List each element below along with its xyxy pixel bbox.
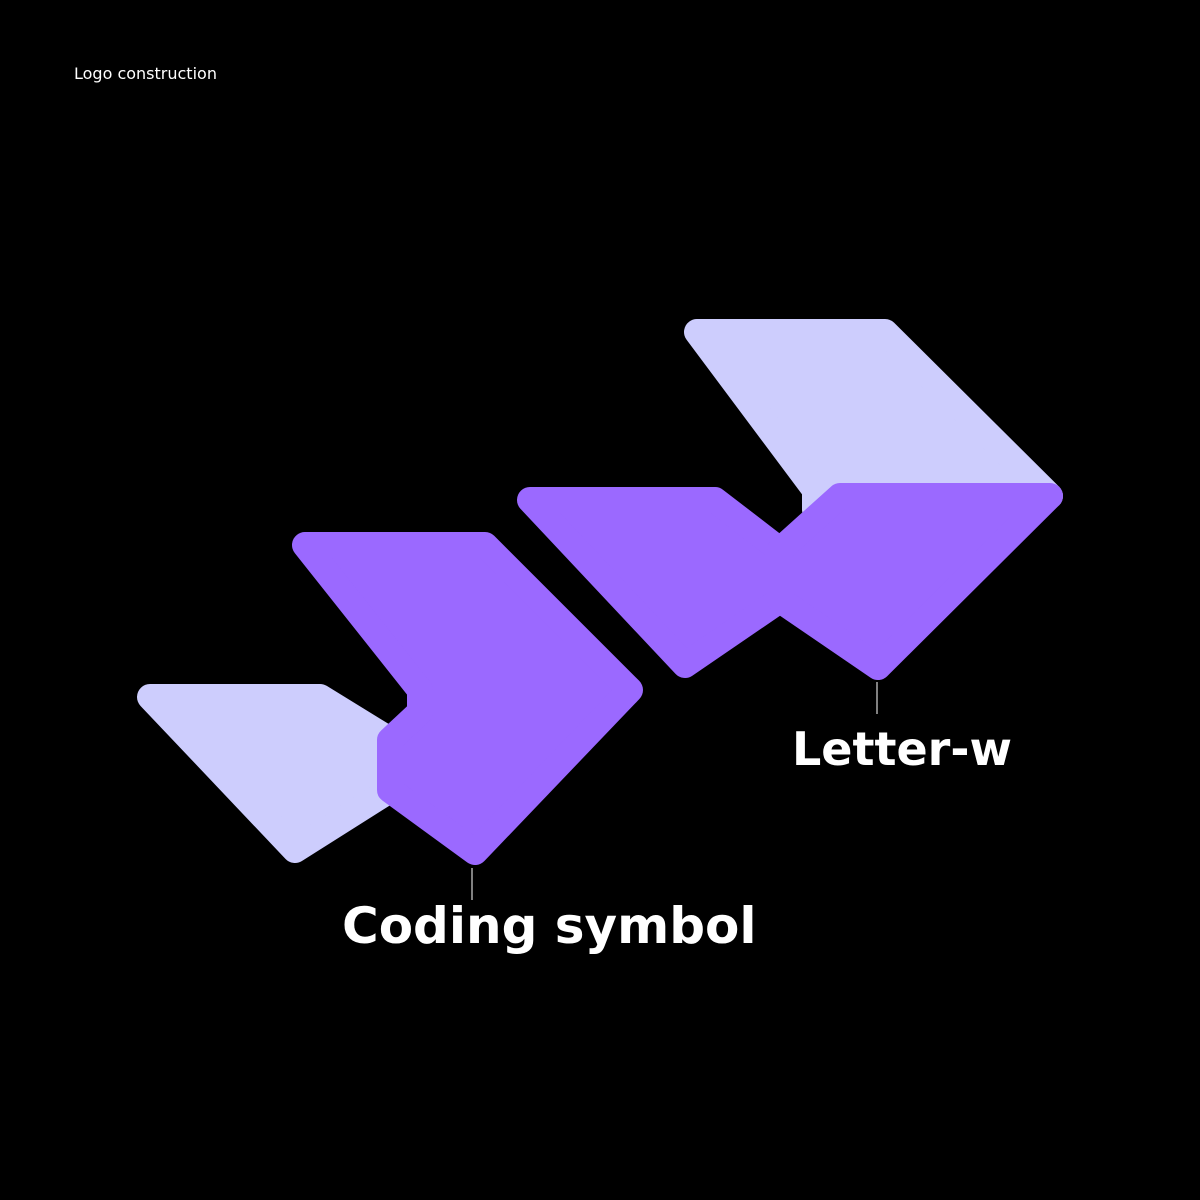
letter-w-label: Letter-w bbox=[792, 722, 1012, 776]
coding-symbol-label: Coding symbol bbox=[342, 897, 757, 955]
logo-construction-diagram: Coding symbol Letter-w bbox=[137, 319, 1063, 955]
letter-w-violet-right-lobe bbox=[767, 483, 1063, 680]
coding-symbol-light-chevron bbox=[137, 684, 403, 863]
